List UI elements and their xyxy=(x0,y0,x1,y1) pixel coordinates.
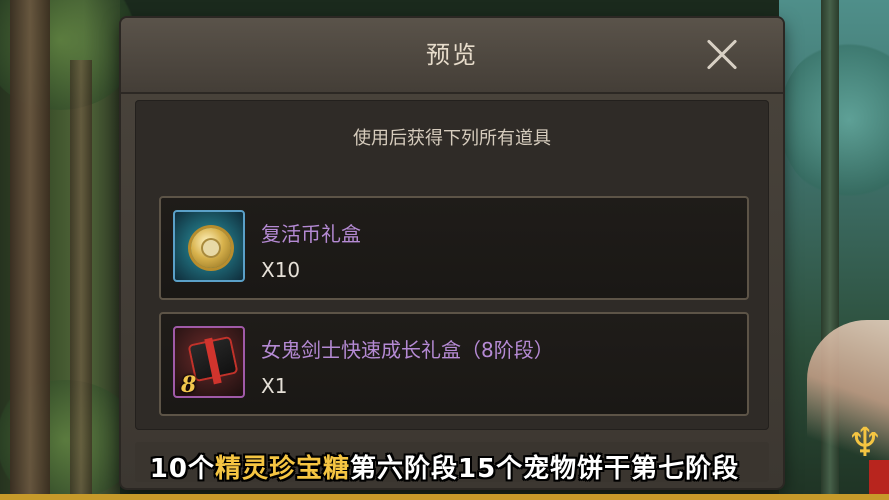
dialog-title: 预览 xyxy=(426,41,478,69)
item-quantity: X10 xyxy=(261,258,301,282)
preview-dialog: 预览 使用后获得下列所有道具 复活币礼盒 X10 8 女鬼剑士快速成长礼盒（8阶… xyxy=(121,18,783,488)
coin-emblem xyxy=(201,238,221,258)
coin-icon xyxy=(173,210,245,282)
stage-badge: 8 xyxy=(181,372,197,398)
close-button[interactable] xyxy=(705,38,739,72)
caption-text: 第六阶段15个宠物饼干第七阶段 xyxy=(350,454,740,484)
dialog-subtitle: 使用后获得下列所有道具 xyxy=(353,128,551,149)
caption-text: 10个 xyxy=(149,454,215,484)
dialog-header: 预览 xyxy=(121,18,783,94)
video-caption: 10个精灵珍宝糖第六阶段15个宠物饼干第七阶段 xyxy=(0,448,889,485)
item-quantity: X1 xyxy=(261,374,288,398)
tree-trunk xyxy=(70,60,92,500)
dialog-body: 使用后获得下列所有道具 复活币礼盒 X10 8 女鬼剑士快速成长礼盒（8阶段） … xyxy=(135,100,769,430)
bottom-bar xyxy=(0,494,889,500)
coin-shape xyxy=(191,228,231,268)
tree-trunk xyxy=(10,0,50,500)
reward-item[interactable]: 复活币礼盒 X10 xyxy=(159,196,749,300)
item-name: 复活币礼盒 xyxy=(261,222,361,246)
item-name: 女鬼剑士快速成长礼盒（8阶段） xyxy=(261,338,554,362)
caption-highlight: 精灵珍宝糖 xyxy=(214,454,350,484)
reward-item[interactable]: 8 女鬼剑士快速成长礼盒（8阶段） X1 xyxy=(159,312,749,416)
gift-box-icon: 8 xyxy=(173,326,245,398)
